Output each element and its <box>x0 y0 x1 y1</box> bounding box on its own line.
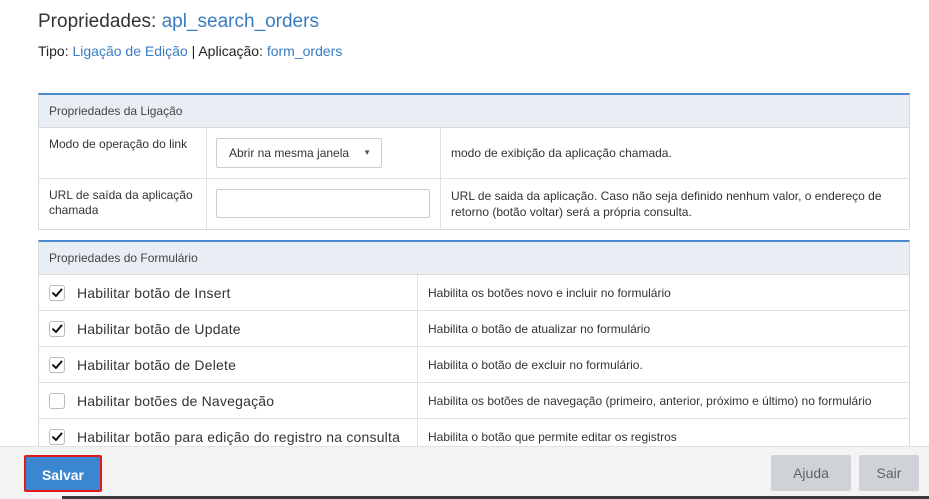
caret-down-icon: ▼ <box>363 148 371 157</box>
edit-record-checkbox[interactable] <box>49 428 65 445</box>
exit-url-control-cell <box>207 179 441 229</box>
link-mode-label: Modo de operação do link <box>39 128 207 178</box>
checkmark-icon <box>52 360 63 369</box>
form-option-row: Habilitar botões de Navegação Habilita o… <box>39 383 909 419</box>
checkmark-icon <box>52 324 63 333</box>
page-title: Propriedades: apl_search_orders <box>38 11 319 33</box>
insert-checkbox[interactable] <box>49 284 65 301</box>
type-value: Ligação de Edição <box>72 43 188 59</box>
delete-option-label: Habilitar botão de Delete <box>77 356 237 373</box>
form-option-row: Habilitar botão de Delete Habilita o bot… <box>39 347 909 383</box>
navigation-option-description: Habilita os botões de navegação (primeir… <box>428 393 872 408</box>
checkmark-icon <box>52 432 63 441</box>
form-properties-panel: Propriedades do Formulário Habilitar bot… <box>38 240 910 446</box>
link-mode-row: Modo de operação do link Abrir na mesma … <box>39 128 909 179</box>
edit-record-option-label: Habilitar botão para edição do registro … <box>77 428 401 445</box>
delete-checkbox[interactable] <box>49 356 65 373</box>
exit-url-description: URL de saida da aplicação. Caso não seja… <box>451 189 882 219</box>
scroll-area[interactable]: Propriedades: apl_search_orders Tipo: Li… <box>0 0 929 446</box>
form-option-cell: Habilitar botão de Delete <box>39 347 418 382</box>
link-properties-header: Propriedades da Ligação <box>39 95 909 128</box>
exit-button[interactable]: Sair <box>859 455 919 491</box>
page-title-name: apl_search_orders <box>161 11 319 32</box>
action-footer: Salvar Ajuda Sair <box>0 446 929 499</box>
exit-url-label: URL de saída da aplicação chamada <box>39 179 207 229</box>
app-value: form_orders <box>266 43 343 59</box>
link-mode-control-cell: Abrir na mesma janela ▼ <box>207 128 441 178</box>
update-checkbox[interactable] <box>49 320 65 337</box>
page-subtitle: Tipo: Ligação de Edição | Aplicação: for… <box>38 43 342 59</box>
form-option-cell: Habilitar botão de Update <box>39 311 418 346</box>
help-button[interactable]: Ajuda <box>771 455 851 491</box>
checkmark-icon <box>52 288 63 297</box>
form-option-cell: Habilitar botão para edição do registro … <box>39 419 418 446</box>
link-mode-select-value: Abrir na mesma janela <box>229 146 350 160</box>
edit-record-option-description: Habilita o botão que permite editar os r… <box>428 429 677 444</box>
form-option-cell: Habilitar botões de Navegação <box>39 383 418 418</box>
insert-option-description: Habilita os botões novo e incluir no for… <box>428 285 671 300</box>
form-option-row: Habilitar botão de Update Habilita o bot… <box>39 311 909 347</box>
link-mode-description: modo de exibição da aplicação chamada. <box>451 146 672 160</box>
form-properties-header: Propriedades do Formulário <box>39 242 909 275</box>
link-properties-panel: Propriedades da Ligação Modo de operação… <box>38 93 910 230</box>
link-mode-select[interactable]: Abrir na mesma janela ▼ <box>216 138 382 168</box>
form-option-row: Habilitar botão para edição do registro … <box>39 419 909 446</box>
exit-url-input[interactable] <box>216 189 430 218</box>
delete-option-description: Habilita o botão de excluir no formulári… <box>428 357 643 372</box>
exit-url-row: URL de saída da aplicação chamada URL de… <box>39 179 909 229</box>
update-option-label: Habilitar botão de Update <box>77 320 241 337</box>
app-label: | Aplicação: <box>191 43 263 59</box>
update-option-description: Habilita o botão de atualizar no formulá… <box>428 321 651 336</box>
insert-option-label: Habilitar botão de Insert <box>77 284 231 301</box>
navigation-checkbox[interactable] <box>49 392 65 409</box>
save-button[interactable]: Salvar <box>24 455 102 492</box>
form-option-cell: Habilitar botão de Insert <box>39 275 418 310</box>
form-option-row: Habilitar botão de Insert Habilita os bo… <box>39 275 909 311</box>
page-title-prefix: Propriedades: <box>38 11 157 32</box>
navigation-option-label: Habilitar botões de Navegação <box>77 392 275 409</box>
type-label: Tipo: <box>38 43 69 59</box>
